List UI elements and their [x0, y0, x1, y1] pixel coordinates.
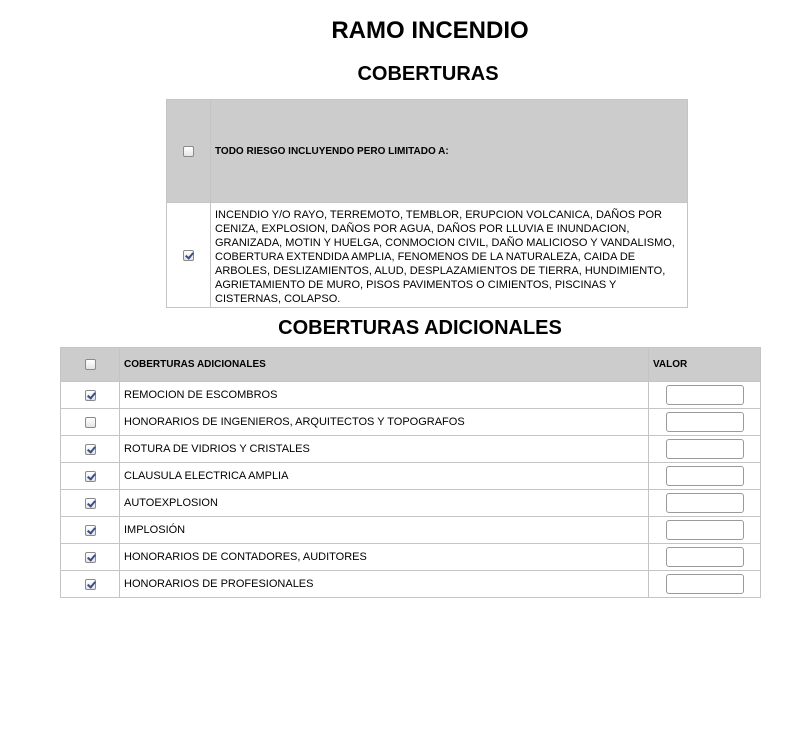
- table-row: ROTURA DE VIDRIOS Y CRISTALES: [60, 435, 761, 463]
- value-input[interactable]: [665, 439, 744, 459]
- row-checkbox[interactable]: [84, 416, 96, 428]
- coverage-header-text: TODO RIESGO INCLUYENDO PERO LIMITADO A:: [210, 99, 688, 203]
- row-label: HONORARIOS DE INGENIEROS, ARQUITECTOS Y …: [119, 408, 649, 436]
- column-header-value: VALOR: [648, 347, 761, 382]
- value-input[interactable]: [665, 547, 744, 567]
- table-row: HONORARIOS DE PROFESIONALES: [60, 570, 761, 598]
- coverage-header-checkbox[interactable]: [183, 145, 194, 157]
- row-label: HONORARIOS DE PROFESIONALES: [119, 570, 649, 598]
- value-input[interactable]: [665, 520, 744, 540]
- additional-rows: REMOCION DE ESCOMBROS HONORARIOS DE INGEN…: [60, 381, 761, 598]
- coverage-body-text: INCENDIO Y/O RAYO, TERREMOTO, TEMBLOR, E…: [210, 202, 688, 308]
- page-title: RAMO INCENDIO: [331, 17, 529, 44]
- coverage-body-row: INCENDIO Y/O RAYO, TERREMOTO, TEMBLOR, E…: [166, 202, 688, 308]
- row-checkbox[interactable]: [84, 470, 96, 482]
- table-row: HONORARIOS DE INGENIEROS, ARQUITECTOS Y …: [60, 408, 761, 436]
- row-label: CLAUSULA ELECTRICA AMPLIA: [119, 462, 649, 490]
- row-checkbox[interactable]: [84, 524, 96, 536]
- coverage-table: TODO RIESGO INCLUYENDO PERO LIMITADO A: …: [166, 99, 688, 308]
- row-checkbox[interactable]: [84, 443, 96, 455]
- additional-coverage-table: COBERTURAS ADICIONALES VALOR REMOCION DE…: [60, 347, 761, 598]
- table-row: HONORARIOS DE CONTADORES, AUDITORES: [60, 543, 761, 571]
- row-label: IMPLOSIÓN: [119, 516, 649, 544]
- value-input[interactable]: [665, 493, 744, 513]
- row-checkbox[interactable]: [84, 497, 96, 509]
- coverage-section-title: COBERTURAS: [357, 63, 499, 85]
- table-row: CLAUSULA ELECTRICA AMPLIA: [60, 462, 761, 490]
- additional-header-row: COBERTURAS ADICIONALES VALOR: [60, 347, 761, 382]
- row-checkbox[interactable]: [84, 578, 96, 590]
- row-label: REMOCION DE ESCOMBROS: [119, 381, 649, 409]
- value-input[interactable]: [665, 574, 744, 594]
- coverage-header-row: TODO RIESGO INCLUYENDO PERO LIMITADO A:: [166, 99, 688, 203]
- row-checkbox[interactable]: [84, 551, 96, 563]
- table-row: IMPLOSIÓN: [60, 516, 761, 544]
- column-header-coverage: COBERTURAS ADICIONALES: [119, 347, 649, 382]
- row-label: ROTURA DE VIDRIOS Y CRISTALES: [119, 435, 649, 463]
- row-label: AUTOEXPLOSION: [119, 489, 649, 517]
- additional-section-title: COBERTURAS ADICIONALES: [278, 317, 562, 339]
- table-row: AUTOEXPLOSION: [60, 489, 761, 517]
- value-input[interactable]: [665, 385, 744, 405]
- table-row: REMOCION DE ESCOMBROS: [60, 381, 761, 409]
- value-input[interactable]: [665, 412, 744, 432]
- row-label: HONORARIOS DE CONTADORES, AUDITORES: [119, 543, 649, 571]
- select-all-checkbox[interactable]: [84, 358, 96, 370]
- value-input[interactable]: [665, 466, 744, 486]
- coverage-body-checkbox[interactable]: [183, 249, 194, 261]
- row-checkbox[interactable]: [84, 389, 96, 401]
